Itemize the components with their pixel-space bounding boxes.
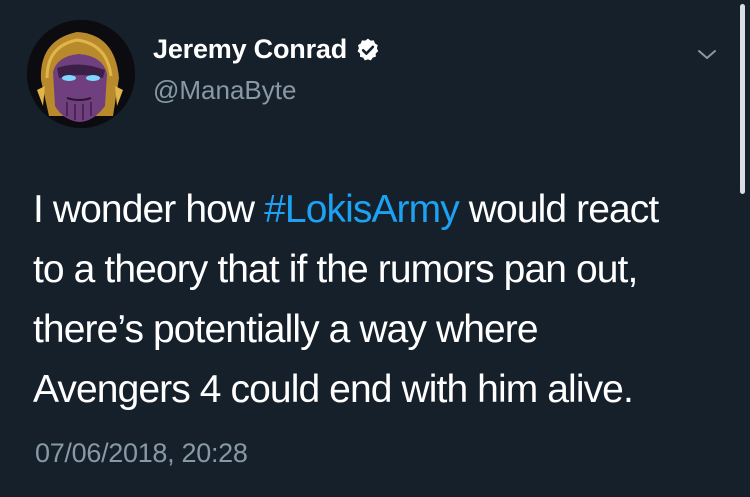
tweet-text-line: I wonder how #LokisArmy would react — [33, 180, 733, 240]
tweet-text-segment: I wonder how — [33, 188, 265, 231]
chevron-down-icon[interactable] — [693, 40, 721, 68]
author-handle[interactable]: @ManaByte — [153, 75, 296, 106]
tweet-text: I wonder how #LokisArmy would react to a… — [33, 180, 733, 420]
author-display-name[interactable]: Jeremy Conrad — [153, 34, 347, 65]
avatar[interactable] — [27, 20, 135, 128]
tweet-text-segment: would react — [458, 188, 659, 231]
tweet-text-line: there’s potentially a way where — [33, 308, 539, 351]
scrollbar[interactable] — [740, 4, 745, 194]
tweet-text-line: Avengers 4 could end with him alive. — [33, 368, 634, 411]
thanos-avatar-icon — [27, 20, 135, 128]
tweet-text-line: to a theory that if the rumors pan out, — [33, 248, 638, 291]
tweet-card: Jeremy Conrad @ManaByte I wonder how #Lo… — [0, 0, 750, 497]
verified-badge-icon — [355, 37, 381, 63]
tweet-timestamp[interactable]: 07/06/2018, 20:28 — [35, 438, 248, 469]
author-name-row: Jeremy Conrad — [153, 34, 381, 65]
hashtag-link[interactable]: #LokisArmy — [264, 188, 460, 231]
